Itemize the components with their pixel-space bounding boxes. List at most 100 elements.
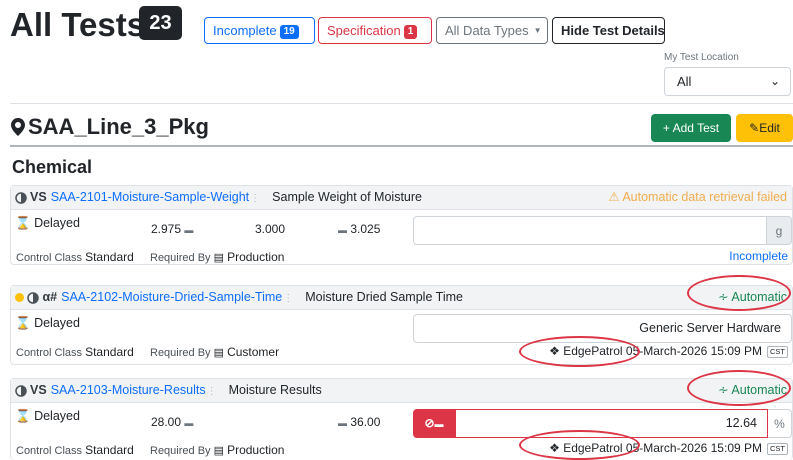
data-source: EdgePatrol — [563, 441, 623, 455]
edit-button[interactable]: ✎Edit — [736, 114, 793, 142]
incomplete-filter-label: Incomplete — [213, 23, 277, 38]
warning-icon: ⚠ — [608, 190, 620, 204]
hourglass-icon: ⌛ — [15, 409, 31, 423]
test-location-select[interactable]: All ⌄ — [664, 67, 791, 96]
location-heading: SAA_Line_3_Pkg — [11, 114, 209, 140]
required-by-value: Production — [227, 443, 285, 457]
incomplete-filter-button[interactable]: Incomplete 19 — [204, 17, 315, 44]
spec-toggle-icon[interactable] — [15, 384, 27, 397]
data-timestamp: 05-March-2026 15:09 PM — [625, 441, 762, 455]
delay-text: Delayed — [34, 409, 80, 423]
control-class: Control Class Standard — [16, 250, 134, 264]
out-of-spec-indicator: ⊘▬ — [413, 409, 455, 438]
rss-feed-icon: ∻ — [718, 383, 729, 397]
result-status-link[interactable]: Incomplete — [729, 249, 788, 263]
upper-limit-value: 36.00 — [350, 415, 381, 429]
test-name: Moisture Results — [228, 383, 322, 397]
required-by-label: Required By — [150, 252, 211, 264]
ban-icon: ⊘ — [424, 416, 435, 430]
hourglass-icon: ⌛ — [15, 216, 31, 230]
required-by: Required By ▤ Production — [150, 443, 284, 457]
result-input[interactable] — [413, 216, 767, 245]
data-timestamp: 05-March-2026 15:09 PM — [625, 344, 762, 358]
map-marker-icon — [11, 118, 25, 136]
required-by-value: Production — [227, 250, 285, 264]
location-name: SAA_Line_3_Pkg — [28, 114, 209, 139]
drag-handle-icon[interactable]: ⋮ — [207, 386, 217, 397]
control-class-label: Control Class — [16, 252, 83, 264]
automatic-status: ∻ Automatic — [718, 379, 787, 402]
data-source-info: ❖ EdgePatrol 05-March-2026 15:09 PM CST — [549, 441, 788, 455]
edit-label: Edit — [759, 121, 780, 135]
result-value-field[interactable]: Generic Server Hardware — [413, 314, 792, 343]
add-test-button[interactable]: + Add Test — [651, 114, 731, 142]
test-count-badge: 23 — [139, 6, 182, 40]
section-title: Chemical — [12, 157, 93, 177]
required-by-label: Required By — [150, 347, 211, 359]
result-input[interactable]: 12.64 — [455, 409, 768, 438]
automatic-status: ∻ Automatic — [718, 286, 787, 309]
building-icon: ▤ — [213, 252, 225, 264]
specification-filter-button[interactable]: Specification 1 — [318, 17, 432, 44]
spec-toggle-icon[interactable] — [27, 291, 40, 304]
required-by: Required By ▤ Customer — [150, 345, 279, 359]
caret-down-icon: ▼ — [533, 26, 542, 35]
delay-text: Delayed — [34, 316, 80, 330]
retrieval-status: ⚠ Automatic data retrieval failed — [608, 186, 787, 209]
pencil-icon: ✎ — [749, 121, 760, 135]
test-card-header: VS SAA-2103-Moisture-Results⋮ Moisture Res… — [11, 379, 792, 403]
specification-count-badge: 1 — [403, 25, 418, 39]
rss-feed-icon: ∻ — [718, 290, 729, 304]
hide-test-details-button[interactable]: Hide Test Details — [552, 17, 665, 44]
incomplete-count-badge: 19 — [279, 25, 299, 39]
test-type: VS — [30, 383, 47, 397]
lower-limit: 2.975 ▬ — [151, 222, 193, 236]
control-class: Control Class Standard — [16, 345, 134, 359]
test-name: Moisture Dried Sample Time — [305, 290, 463, 304]
building-icon: ▤ — [213, 347, 225, 359]
lower-limit-icon: ▬ — [184, 418, 194, 428]
test-location-value: All — [677, 74, 692, 89]
unit-label: % — [768, 409, 792, 438]
lower-limit-value: 28.00 — [151, 415, 182, 429]
drag-handle-icon[interactable]: ⋮ — [283, 293, 293, 304]
test-card: VS SAA-2103-Moisture-Results⋮ Moisture Res… — [10, 378, 793, 460]
required-by-value: Customer — [227, 345, 280, 359]
required-by: Required By ▤ Production — [150, 250, 284, 264]
unit-label: g — [767, 216, 792, 245]
test-type: α# — [42, 290, 58, 304]
hourglass-icon: ⌛ — [15, 316, 31, 330]
test-card-header: VS SAA-2101-Moisture-Sample-Weight⋮ Sample… — [11, 186, 792, 210]
upper-limit-icon: ▬ — [338, 225, 347, 235]
spec-toggle-icon[interactable] — [15, 191, 27, 204]
delay-text: Delayed — [34, 216, 80, 230]
test-id-link[interactable]: SAA-2101-Moisture-Sample-Weight — [51, 190, 249, 204]
chevron-down-icon: ⌄ — [769, 74, 780, 88]
lower-limit-value: 2.975 — [151, 222, 182, 236]
test-card: VS SAA-2101-Moisture-Sample-Weight⋮ Sample… — [10, 185, 793, 265]
limit-icon: ▬ — [434, 419, 444, 429]
upper-limit: ▬ 36.00 — [338, 415, 380, 429]
required-by-label: Required By — [150, 445, 211, 457]
test-card-header: α# SAA-2102-Moisture-Dried-Sample-Time⋮ Mo… — [11, 286, 792, 310]
control-class-value: Standard — [85, 345, 134, 359]
data-types-dropdown[interactable]: All Data Types ▼ — [436, 17, 548, 44]
retrieval-status-text: Automatic data retrieval failed — [622, 190, 787, 204]
upper-limit-value: 3.025 — [350, 222, 381, 236]
upper-limit: ▬ 3.025 — [338, 222, 380, 236]
test-location-label: My Test Location — [664, 52, 739, 63]
automatic-status-text: Automatic — [731, 290, 787, 304]
wifi-icon: ❖ — [549, 344, 560, 358]
control-class-label: Control Class — [16, 445, 83, 457]
delay-status: ⌛ Delayed — [15, 409, 80, 424]
delay-status: ⌛ Delayed — [15, 216, 80, 231]
timezone-badge: CST — [767, 443, 788, 455]
test-id-link[interactable]: SAA-2102-Moisture-Dried-Sample-Time — [61, 290, 282, 304]
control-class-value: Standard — [85, 443, 134, 457]
control-class-label: Control Class — [16, 347, 83, 359]
control-class: Control Class Standard — [16, 443, 134, 457]
test-id-link[interactable]: SAA-2103-Moisture-Results — [51, 383, 206, 397]
test-type: VS — [30, 190, 47, 204]
divider — [10, 103, 793, 104]
drag-handle-icon[interactable]: ⋮ — [250, 193, 260, 204]
